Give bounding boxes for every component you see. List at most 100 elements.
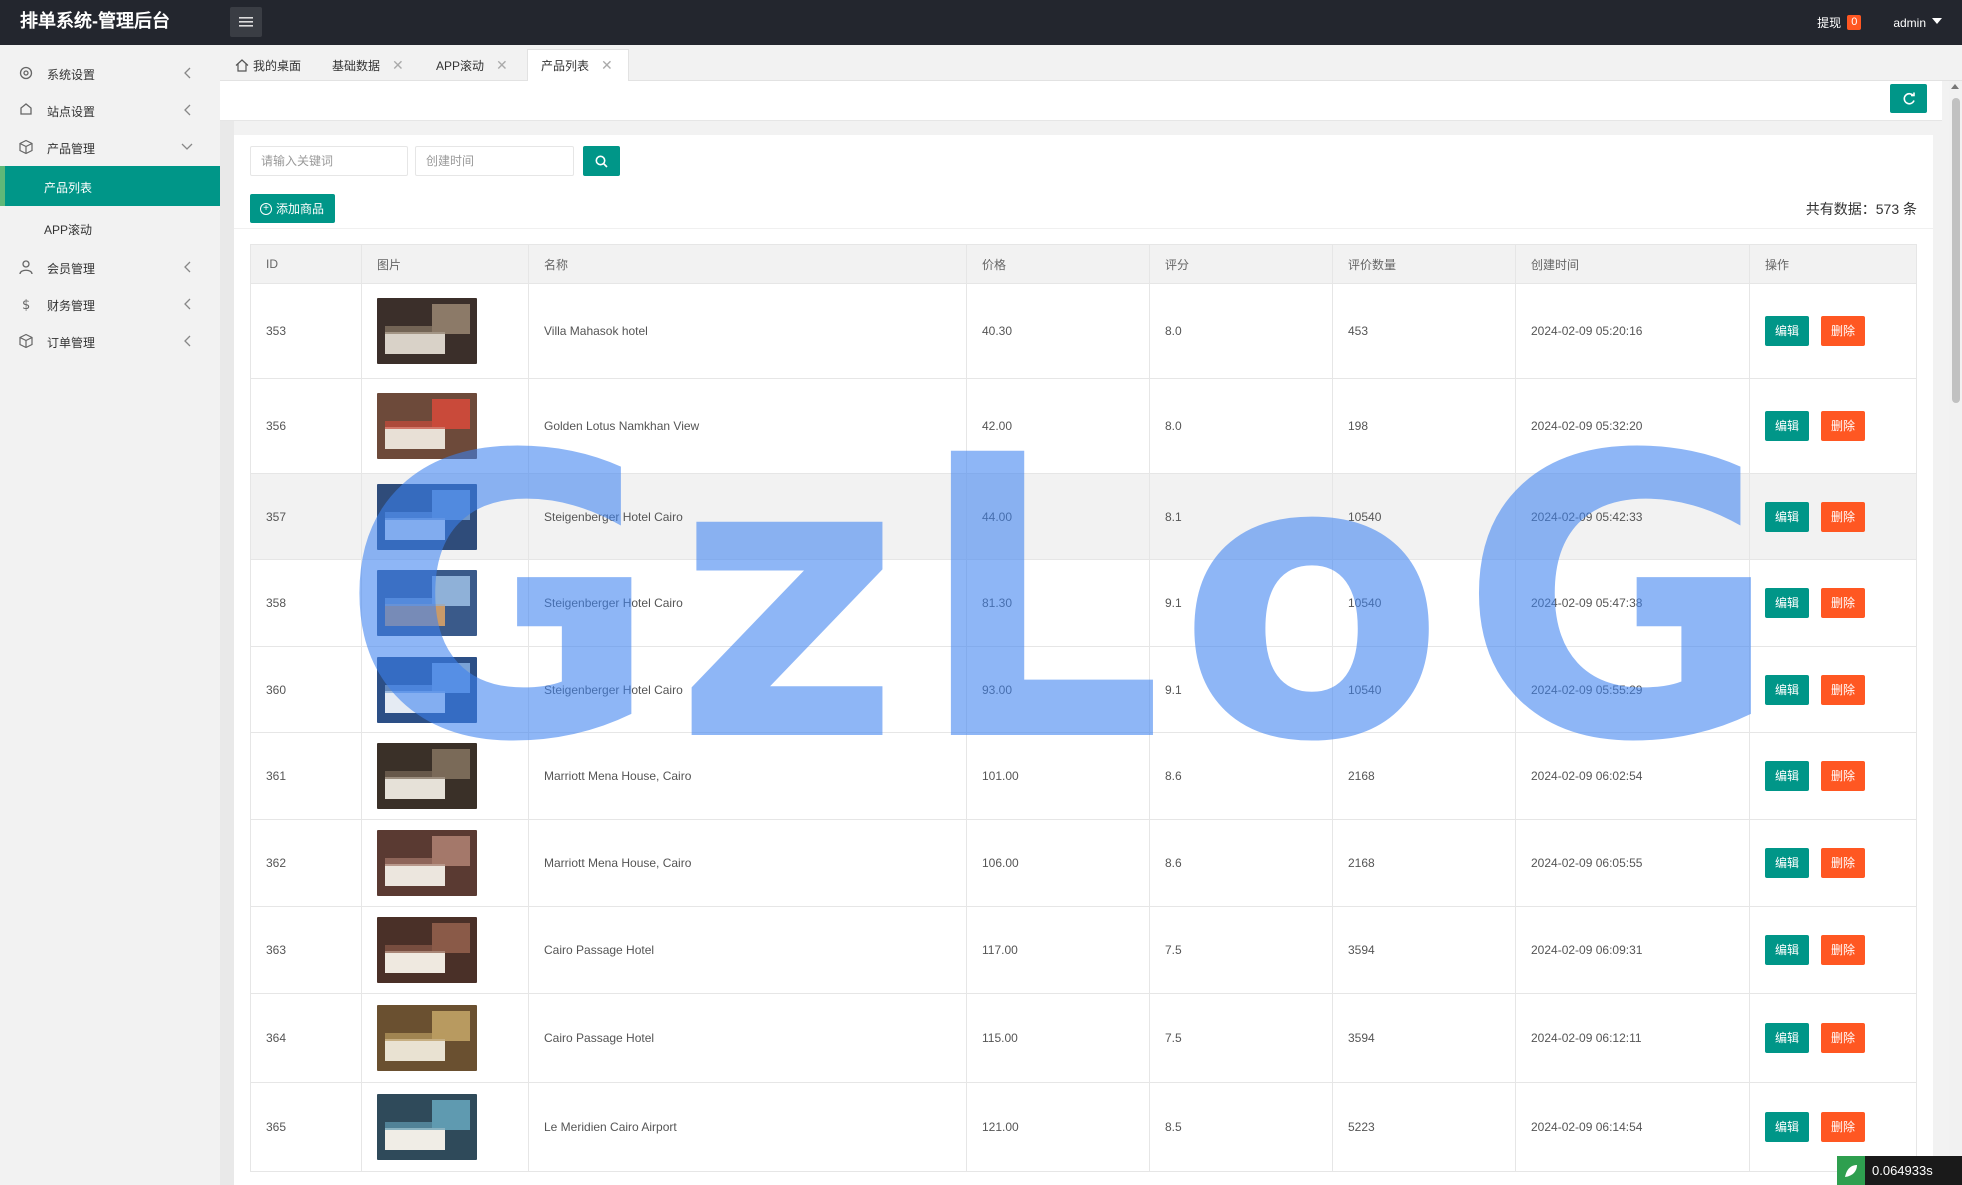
withdraw-link[interactable]: 提现 0 [1817, 14, 1862, 31]
sidebar-item-member-management[interactable]: 会员管理 [0, 249, 220, 285]
cube-icon [19, 139, 33, 155]
created-time-input[interactable]: 创建时间 [415, 146, 574, 176]
table-header-row: ID 图片 名称 价格 评分 评价数量 创建时间 操作 [250, 244, 1917, 284]
cell-id: 357 [250, 473, 362, 560]
edit-button[interactable]: 编辑 [1765, 1112, 1809, 1142]
keyword-search-input[interactable]: 请输入关键词 [250, 146, 408, 176]
column-header-review-count: 评价数量 [1332, 244, 1516, 284]
user-menu[interactable]: admin [1893, 16, 1942, 30]
cell-price: 115.00 [966, 993, 1150, 1083]
delete-button[interactable]: 删除 [1821, 761, 1865, 791]
sidebar-item-label: 会员管理 [47, 262, 96, 276]
sidebar-item-site-settings[interactable]: 站点设置 [0, 92, 220, 128]
sidebar-item-finance-management[interactable]: $ 财务管理 [0, 286, 220, 322]
edit-button[interactable]: 编辑 [1765, 588, 1809, 618]
cell-image [361, 473, 529, 560]
content-toolbar-strip [220, 81, 1942, 121]
delete-button[interactable]: 删除 [1821, 501, 1865, 532]
edit-button[interactable]: 编辑 [1765, 1023, 1809, 1053]
sidebar-item-label: APP滚动 [44, 223, 93, 237]
edit-button[interactable]: 编辑 [1765, 411, 1809, 441]
chevron-left-icon [184, 298, 191, 310]
scrollbar-thumb[interactable] [1952, 98, 1960, 403]
close-icon[interactable]: ✕ [601, 57, 613, 74]
close-icon[interactable]: ✕ [392, 57, 404, 74]
cell-price: 93.00 [966, 646, 1150, 733]
edit-button[interactable]: 编辑 [1765, 674, 1809, 705]
tab-label: 产品列表 [541, 59, 590, 73]
edit-button[interactable]: 编辑 [1765, 761, 1809, 791]
cell-created-time: 2024-02-09 06:09:31 [1515, 906, 1750, 994]
table-row: 363 Cairo Passage Hotel 117.00 7.5 3594 2024-… [250, 906, 1917, 994]
sidebar-item-system-settings[interactable]: 系统设置 [0, 55, 220, 91]
tab-product-list[interactable]: 产品列表 ✕ [527, 49, 629, 81]
delete-button[interactable]: 删除 [1821, 1023, 1865, 1053]
cell-review-count: 5223 [1332, 1082, 1516, 1172]
edit-button[interactable]: 编辑 [1765, 935, 1809, 965]
sidebar-item-app-scroll[interactable]: APP滚动 [0, 208, 220, 248]
cell-review-count: 453 [1332, 283, 1516, 379]
chevron-left-icon [184, 67, 191, 79]
delete-button[interactable]: 删除 [1821, 411, 1865, 441]
tab-label: 基础数据 [332, 58, 381, 73]
cell-id: 360 [250, 646, 362, 733]
hotel-room-thumbnail [377, 1005, 477, 1071]
tab-basic-data[interactable]: 基础数据 ✕ [332, 49, 404, 81]
cell-image [361, 732, 529, 820]
delete-button[interactable]: 删除 [1821, 848, 1865, 878]
user-name: admin [1893, 15, 1926, 30]
cell-id: 358 [250, 559, 362, 647]
cell-name: Cairo Passage Hotel [528, 906, 967, 994]
edit-button[interactable]: 编辑 [1765, 501, 1809, 532]
cell-image [361, 819, 529, 907]
sidebar-item-product-list[interactable]: 产品列表 [0, 166, 220, 206]
cell-name: Steigenberger Hotel Cairo [528, 473, 967, 560]
cell-id: 365 [250, 1082, 362, 1172]
tab-label: APP滚动 [436, 58, 485, 73]
hotel-room-thumbnail [377, 393, 477, 459]
cell-review-count: 198 [1332, 378, 1516, 474]
user-icon [19, 260, 33, 275]
chevron-left-icon [184, 104, 191, 116]
edit-button[interactable]: 编辑 [1765, 316, 1809, 346]
refresh-button[interactable] [1890, 84, 1927, 113]
delete-button[interactable]: 删除 [1821, 1112, 1865, 1142]
scroll-up-arrow-icon[interactable] [1951, 84, 1959, 89]
tab-my-desktop[interactable]: 我的桌面 [235, 49, 301, 81]
cell-created-time: 2024-02-09 05:20:16 [1515, 283, 1750, 379]
cell-id: 362 [250, 819, 362, 907]
delete-button[interactable]: 删除 [1821, 674, 1865, 705]
edit-button[interactable]: 编辑 [1765, 848, 1809, 878]
delete-button[interactable]: 删除 [1821, 316, 1865, 346]
delete-button[interactable]: 删除 [1821, 935, 1865, 965]
sidebar-item-order-management[interactable]: 订单管理 [0, 323, 220, 359]
dollar-icon: $ [22, 298, 30, 312]
cell-review-count: 3594 [1332, 993, 1516, 1083]
column-header-id: ID [250, 244, 362, 284]
close-icon[interactable]: ✕ [496, 57, 508, 74]
sidebar-item-label: 系统设置 [47, 68, 96, 82]
cell-price: 40.30 [966, 283, 1150, 379]
menu-toggle-button[interactable] [230, 7, 262, 37]
hotel-room-thumbnail [377, 483, 477, 550]
table-row: 362 Marriott Mena House, Cairo 106.00 8.6 21… [250, 819, 1917, 907]
hotel-room-thumbnail [377, 298, 477, 364]
add-product-button[interactable]: + 添加商品 [250, 194, 335, 223]
sidebar-item-label: 产品列表 [44, 181, 93, 195]
product-table: ID 图片 名称 价格 评分 评价数量 创建时间 操作 353 Villa Mah… [250, 244, 1917, 1172]
cell-image [361, 1082, 529, 1172]
cell-id: 361 [250, 732, 362, 820]
search-button[interactable] [583, 146, 620, 176]
chevron-left-icon [184, 261, 191, 273]
divider [234, 228, 1933, 229]
delete-button[interactable]: 删除 [1821, 588, 1865, 618]
table-row: 361 Marriott Mena House, Cairo 101.00 8.6 21… [250, 732, 1917, 820]
cell-image [361, 993, 529, 1083]
tab-app-scroll[interactable]: APP滚动 ✕ [436, 49, 508, 81]
cell-created-time: 2024-02-09 05:42:33 [1515, 473, 1750, 560]
add-circle-icon: + [260, 202, 272, 215]
cell-price: 81.30 [966, 559, 1150, 647]
cell-price: 101.00 [966, 732, 1150, 820]
order-icon [19, 333, 33, 349]
sidebar-item-product-management[interactable]: 产品管理 [0, 129, 220, 165]
